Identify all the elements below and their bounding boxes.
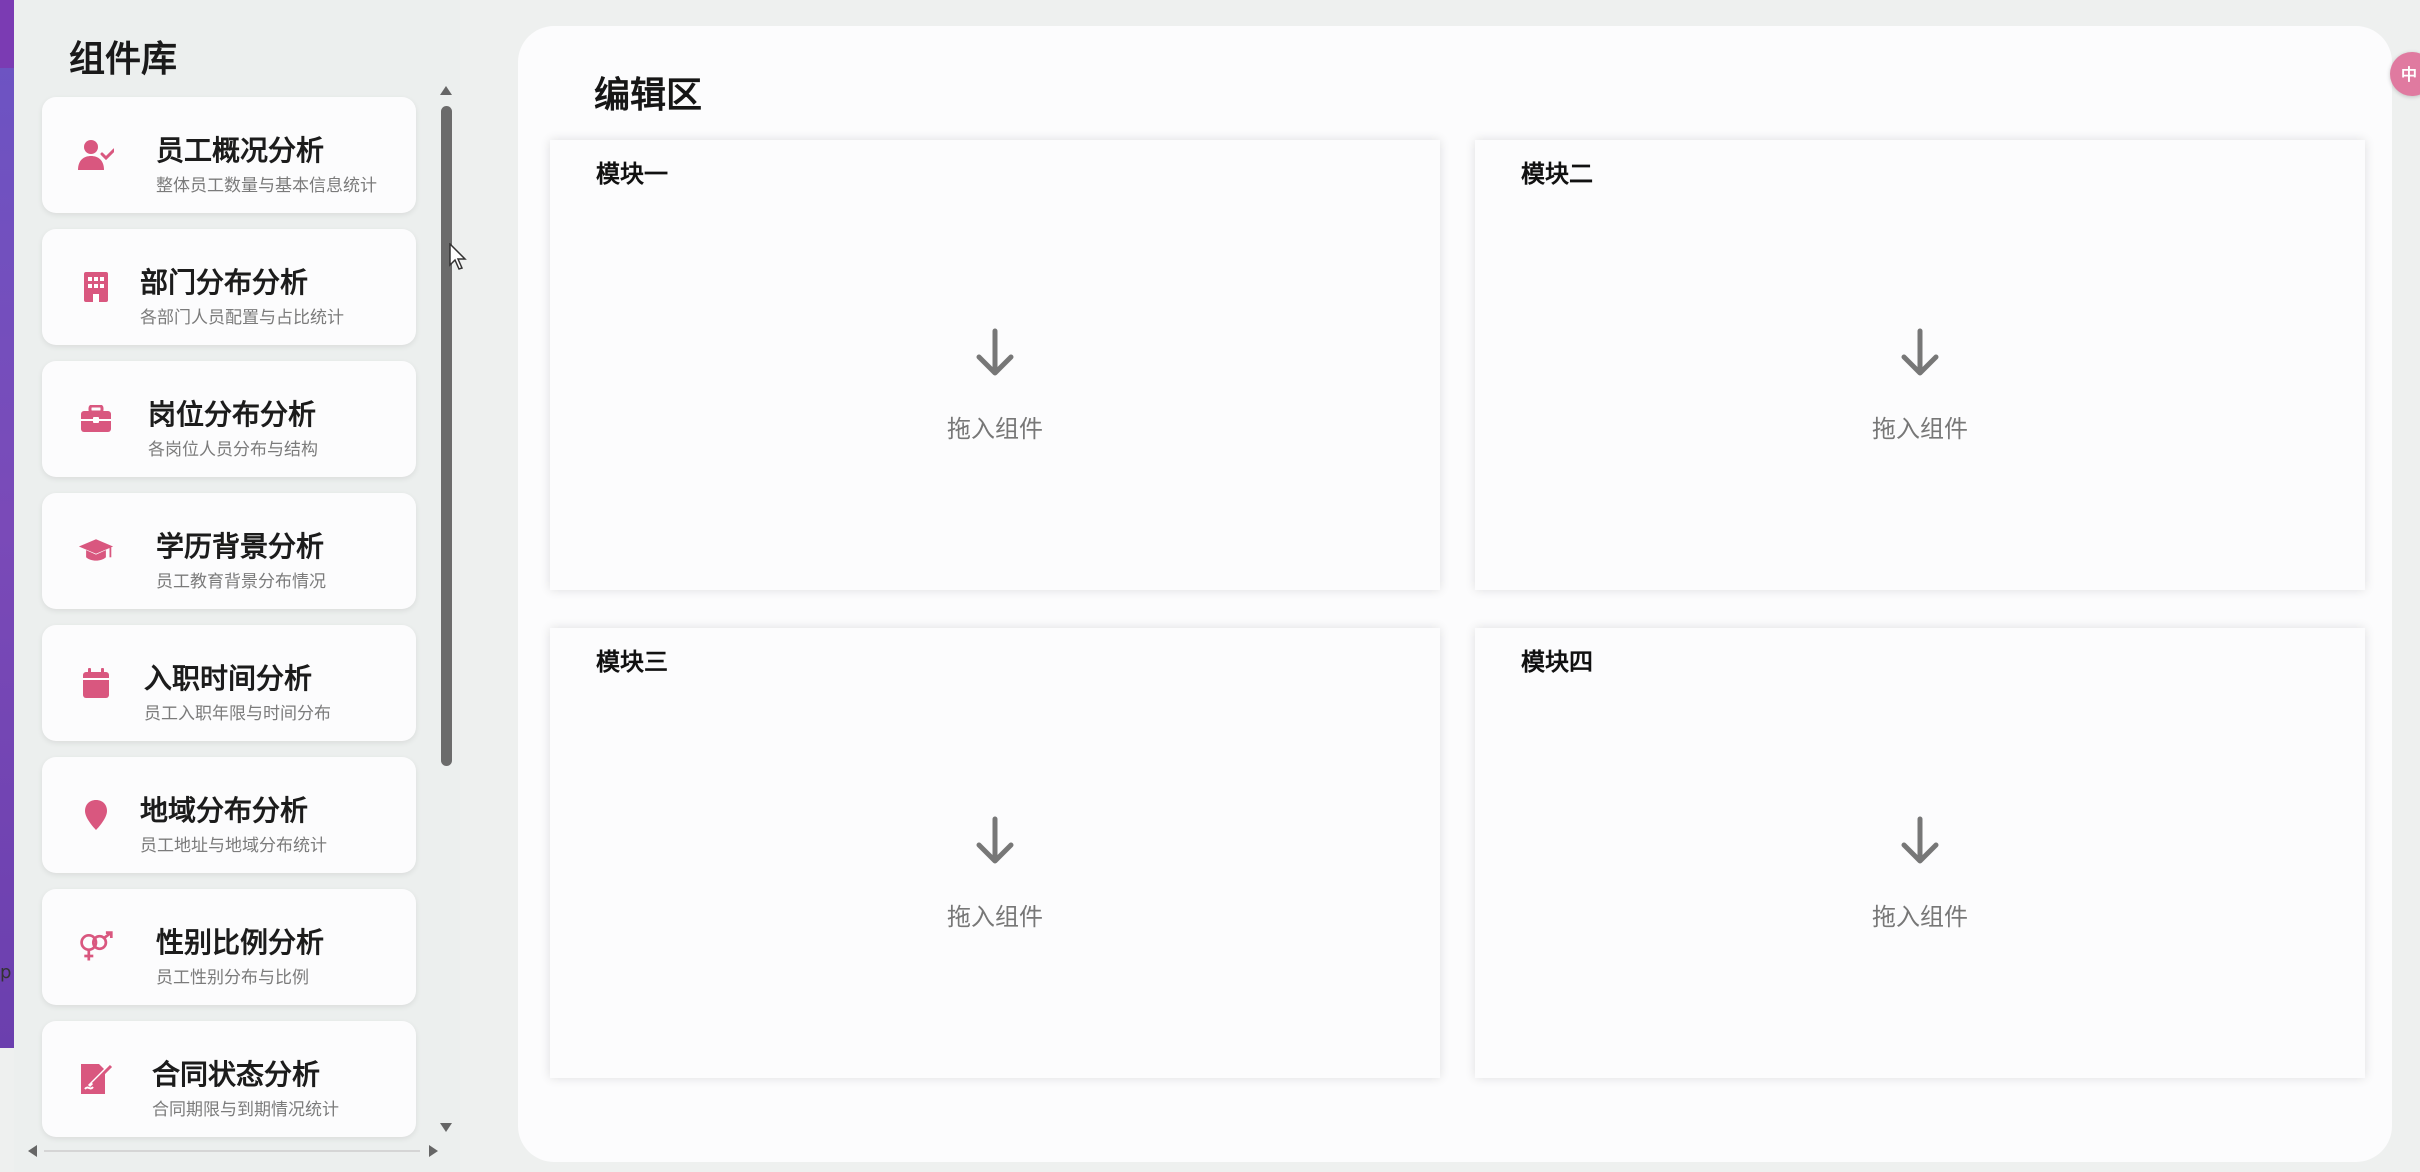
- editor-title: 编辑区: [594, 75, 703, 116]
- arrow-down-icon: [1901, 328, 1939, 375]
- scroll-up-arrow-icon[interactable]: [440, 86, 452, 95]
- scrollbar-thumb[interactable]: [441, 106, 452, 766]
- module-slot-1[interactable]: 模块一 拖入组件: [550, 140, 1440, 590]
- component-card-subtitle: 员工入职年限与时间分布: [144, 704, 331, 724]
- component-card-position[interactable]: 岗位分布分析 各岗位人员分布与结构: [42, 361, 416, 477]
- arrow-down-icon: [976, 328, 1014, 375]
- component-card-title: 员工概况分析: [156, 134, 325, 167]
- component-card-subtitle: 员工性别分布与比例: [156, 968, 309, 988]
- drop-hint-text: 拖入组件: [1872, 902, 1968, 931]
- editor-area: 编辑区 模块一 拖入组件 模块二 拖入组件 模块三 拖入组件 模块四 拖入组件: [518, 26, 2392, 1162]
- scrollbar-track[interactable]: [44, 1150, 420, 1152]
- left-edge-strip: [0, 0, 14, 1048]
- component-card-subtitle: 各部门人员配置与占比统计: [140, 308, 344, 328]
- module-title: 模块二: [1521, 160, 1593, 188]
- component-card-title: 地域分布分析: [140, 794, 309, 827]
- contract-sign-icon: [78, 1061, 114, 1097]
- component-card-contract[interactable]: 合同状态分析 合同期限与到期情况统计: [42, 1021, 416, 1137]
- scroll-down-arrow-icon[interactable]: [440, 1123, 452, 1132]
- briefcase-icon: [78, 401, 114, 437]
- component-card-subtitle: 合同期限与到期情况统计: [152, 1100, 339, 1120]
- module-title: 模块三: [596, 648, 668, 676]
- component-card-gender[interactable]: 性别比例分析 员工性别分布与比例: [42, 889, 416, 1005]
- drop-zone[interactable]: 拖入组件: [1475, 688, 2365, 1058]
- mouse-cursor-icon: [449, 242, 469, 275]
- svg-text:中: 中: [2401, 65, 2417, 84]
- drop-zone[interactable]: 拖入组件: [550, 688, 1440, 1058]
- component-card-department[interactable]: 部门分布分析 各部门人员配置与占比统计: [42, 229, 416, 345]
- arrow-down-icon: [976, 816, 1014, 863]
- scroll-right-arrow-icon[interactable]: [429, 1145, 438, 1157]
- component-card-title: 岗位分布分析: [148, 398, 317, 431]
- graduation-cap-icon: [78, 533, 114, 569]
- building-icon: [78, 269, 114, 305]
- component-card-title: 合同状态分析: [152, 1058, 321, 1091]
- component-card-subtitle: 员工教育背景分布情况: [156, 572, 326, 592]
- translate-icon[interactable]: 中: [2390, 52, 2420, 96]
- drop-hint-text: 拖入组件: [947, 414, 1043, 443]
- module-slot-3[interactable]: 模块三 拖入组件: [550, 628, 1440, 1078]
- component-library: 组件库 员工概况分析 整体员工数量与基本信息统计 部门分布分析 各部门人员配置与…: [14, 0, 460, 1172]
- left-edge-strip-top: [0, 0, 14, 68]
- user-check-icon: [78, 137, 114, 173]
- map-pin-icon: [78, 797, 114, 833]
- arrow-down-icon: [1901, 816, 1939, 863]
- component-card-subtitle: 各岗位人员分布与结构: [148, 440, 318, 460]
- drop-zone[interactable]: 拖入组件: [550, 200, 1440, 570]
- library-horizontal-scrollbar[interactable]: [14, 1141, 440, 1161]
- component-card-title: 部门分布分析: [140, 266, 309, 299]
- module-slot-2[interactable]: 模块二 拖入组件: [1475, 140, 2365, 590]
- module-title: 模块四: [1521, 648, 1593, 676]
- component-card-education[interactable]: 学历背景分析 员工教育背景分布情况: [42, 493, 416, 609]
- component-card-title: 入职时间分析: [144, 662, 313, 695]
- gender-icon: [78, 929, 114, 965]
- module-title: 模块一: [596, 160, 668, 188]
- drop-hint-text: 拖入组件: [1872, 414, 1968, 443]
- scroll-left-arrow-icon[interactable]: [28, 1145, 37, 1157]
- edge-glyph: p: [0, 962, 12, 983]
- component-card-title: 学历背景分析: [156, 530, 325, 563]
- component-card-hire-date[interactable]: 入职时间分析 员工入职年限与时间分布: [42, 625, 416, 741]
- component-card-subtitle: 整体员工数量与基本信息统计: [156, 176, 377, 196]
- component-card-employee-overview[interactable]: 员工概况分析 整体员工数量与基本信息统计: [42, 97, 416, 213]
- calendar-icon: [78, 665, 114, 701]
- drop-hint-text: 拖入组件: [947, 902, 1043, 931]
- component-card-subtitle: 员工地址与地域分布统计: [140, 836, 327, 856]
- drop-zone[interactable]: 拖入组件: [1475, 200, 2365, 570]
- component-card-region[interactable]: 地域分布分析 员工地址与地域分布统计: [42, 757, 416, 873]
- module-slot-4[interactable]: 模块四 拖入组件: [1475, 628, 2365, 1078]
- library-vertical-scrollbar[interactable]: [436, 80, 456, 1138]
- component-card-title: 性别比例分析: [156, 926, 325, 959]
- library-title: 组件库: [69, 39, 178, 80]
